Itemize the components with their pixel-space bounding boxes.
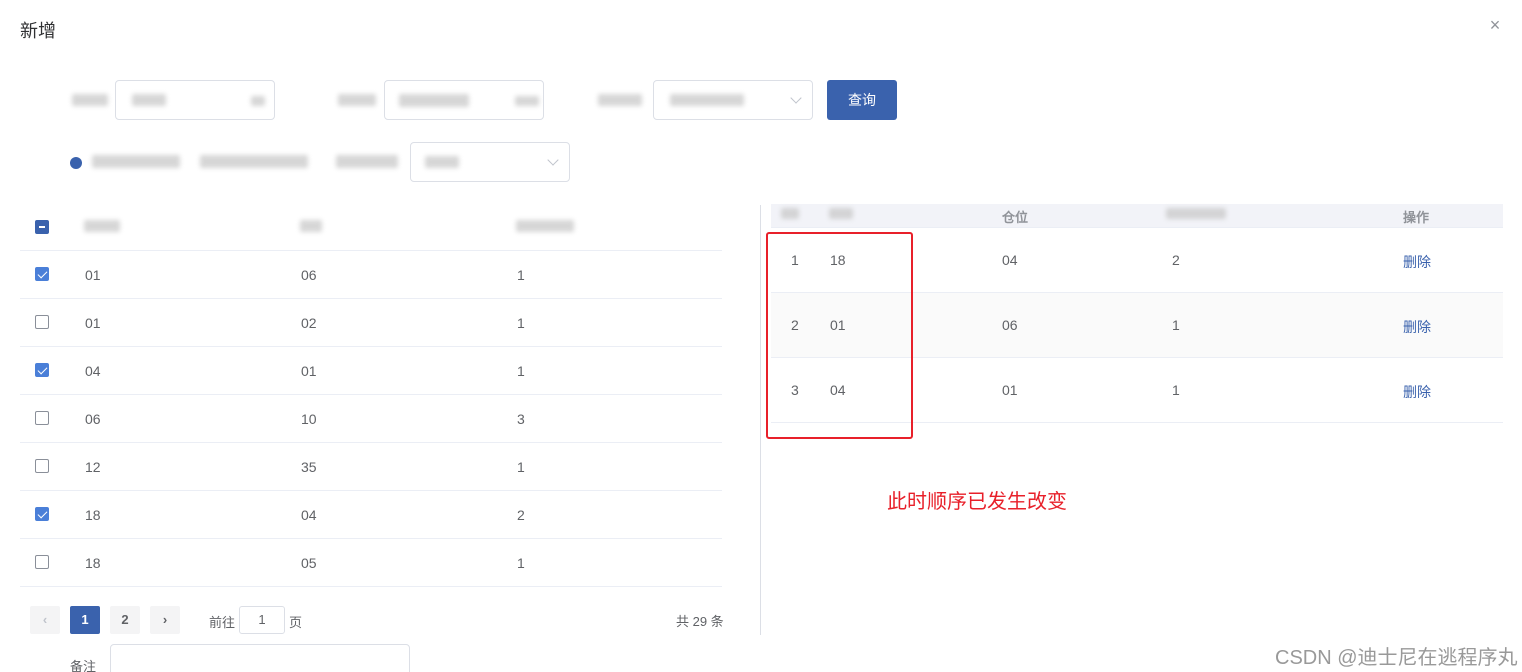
table-row[interactable]: 06 10 3: [20, 395, 722, 443]
left-cell-col3: 1: [517, 555, 525, 571]
left-cell-col2: 06: [301, 267, 317, 283]
filter-label-3: [598, 94, 642, 106]
filter-value-2: [399, 94, 469, 107]
prev-page-button[interactable]: ‹: [30, 606, 60, 634]
remark-input[interactable]: [110, 644, 410, 672]
left-header-col1: [84, 220, 120, 232]
annotation-text: 此时顺序已发生改变: [887, 491, 1067, 513]
table-row[interactable]: 18 04 2: [20, 491, 722, 539]
right-cell-col2: 06: [1002, 317, 1018, 333]
watermark: CSDN @迪士尼在逃程序丸: [1275, 647, 1518, 669]
delete-link[interactable]: 删除: [1403, 382, 1431, 402]
left-cell-col2: 04: [301, 507, 317, 523]
row-checkbox[interactable]: [35, 267, 49, 281]
left-cell-col2: 35: [301, 459, 317, 475]
filter-input-2[interactable]: [384, 80, 544, 120]
chevron-down-icon: [547, 154, 559, 166]
left-cell-col2: 02: [301, 315, 317, 331]
left-cell-col2: 05: [301, 555, 317, 571]
left-cell-col3: 2: [517, 507, 525, 523]
filter-value-4: [425, 156, 459, 168]
left-cell-col1: 01: [85, 267, 101, 283]
radio-label-1: [92, 155, 180, 168]
table-row[interactable]: 04 01 1: [20, 347, 722, 395]
table-row[interactable]: 12 35 1: [20, 443, 722, 491]
delete-link[interactable]: 删除: [1403, 252, 1431, 272]
row-checkbox[interactable]: [35, 459, 49, 473]
left-cell-col3: 3: [517, 411, 525, 427]
remark-label: 备注: [70, 659, 97, 672]
left-cell-col1: 18: [85, 507, 101, 523]
row-checkbox[interactable]: [35, 363, 49, 377]
panel-divider: [760, 205, 761, 635]
filter-value-1: [132, 94, 166, 106]
right-cell-col2: 01: [1002, 382, 1018, 398]
left-header-col2: [300, 220, 322, 232]
goto-page-input[interactable]: 1: [239, 606, 285, 634]
next-page-button[interactable]: ›: [150, 606, 180, 634]
filter-value-2-extra: [515, 96, 539, 106]
right-cell-col3: 1: [1172, 317, 1180, 333]
right-table-header: 仓位 操作: [771, 204, 1503, 228]
radio-label-2: [200, 155, 308, 168]
right-header-col1: [829, 208, 853, 219]
close-icon[interactable]: ×: [1486, 14, 1504, 36]
row-checkbox[interactable]: [35, 555, 49, 569]
right-cell-col3: 2: [1172, 252, 1180, 268]
filter-label-4: [336, 155, 398, 168]
filter-value-3: [670, 94, 744, 106]
left-cell-col1: 01: [85, 315, 101, 331]
left-cell-col1: 12: [85, 459, 101, 475]
table-row[interactable]: 01 02 1: [20, 299, 722, 347]
select-all-checkbox[interactable]: [35, 220, 49, 234]
filter-select-4[interactable]: [410, 142, 570, 182]
filter-label-2: [338, 94, 376, 106]
row-checkbox[interactable]: [35, 411, 49, 425]
page-unit-label: 页: [289, 615, 303, 630]
filter-select-3[interactable]: [653, 80, 813, 120]
radio-selected-icon[interactable]: [70, 157, 82, 169]
table-row[interactable]: 01 06 1: [20, 251, 722, 299]
row-checkbox[interactable]: [35, 507, 49, 521]
left-cell-col3: 1: [517, 459, 525, 475]
left-cell-col3: 1: [517, 315, 525, 331]
filter-input-1[interactable]: [115, 80, 275, 120]
right-cell-col3: 1: [1172, 382, 1180, 398]
page-2-button[interactable]: 2: [110, 606, 140, 634]
dialog-title: 新增: [20, 21, 56, 41]
left-table: 01 06 1 01 02 1 04 01 1 06 10 3 12 35 1 18 04 2 18 05 1: [20, 203, 722, 587]
right-header-op: 操作: [1403, 210, 1430, 225]
page-1-button[interactable]: 1: [70, 606, 100, 634]
annotation-box: [766, 232, 913, 439]
total-count: 共 29 条: [676, 614, 724, 629]
left-cell-col1: 18: [85, 555, 101, 571]
left-cell-col1: 06: [85, 411, 101, 427]
left-header-col3: [516, 220, 574, 232]
query-button[interactable]: 查询: [827, 80, 897, 120]
left-cell-col3: 1: [517, 267, 525, 283]
left-cell-col2: 10: [301, 411, 317, 427]
left-cell-col2: 01: [301, 363, 317, 379]
right-header-col4: [1166, 208, 1226, 219]
left-table-header: [20, 203, 722, 251]
filter-label-1: [72, 94, 108, 106]
filter-value-1-extra: [251, 96, 265, 106]
delete-link[interactable]: 删除: [1403, 317, 1431, 337]
table-row[interactable]: 18 05 1: [20, 539, 722, 587]
left-cell-col3: 1: [517, 363, 525, 379]
left-cell-col1: 04: [85, 363, 101, 379]
row-checkbox[interactable]: [35, 315, 49, 329]
right-cell-col2: 04: [1002, 252, 1018, 268]
goto-label: 前往: [209, 615, 236, 630]
right-header-col3: 仓位: [1002, 210, 1029, 225]
chevron-down-icon: [790, 92, 802, 104]
right-header-col0: [781, 208, 799, 219]
